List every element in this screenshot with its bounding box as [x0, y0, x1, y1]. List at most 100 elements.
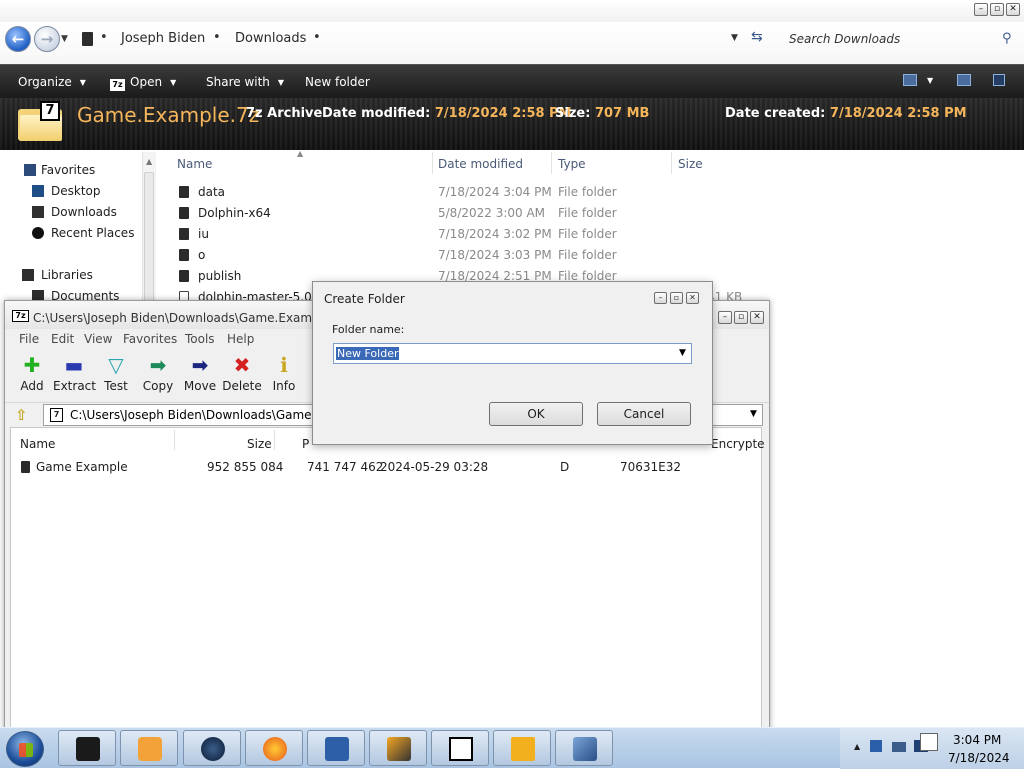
column-size[interactable]: Size — [678, 157, 703, 171]
minimize-icon[interactable]: – — [654, 292, 667, 304]
breadcrumb-separator[interactable]: • — [100, 30, 108, 45]
breadcrumb-separator[interactable]: • — [313, 30, 321, 45]
share-with-button[interactable]: Share with ▼ — [206, 75, 284, 89]
taskbar-virtualbox[interactable] — [307, 730, 365, 766]
view-dropdown-icon[interactable]: ▼ — [927, 76, 933, 85]
menu-favorites[interactable]: Favorites — [123, 332, 177, 346]
column-size[interactable]: Size — [247, 437, 272, 451]
folder-name-dropdown-icon[interactable]: ▼ — [679, 348, 686, 358]
menu-file[interactable]: File — [19, 332, 39, 346]
row-crc: 70631E32 — [620, 460, 682, 474]
clock-time[interactable]: 3:04 PM — [953, 733, 1001, 747]
help-icon[interactable] — [993, 74, 1005, 86]
path-dropdown-icon[interactable]: ▼ — [750, 409, 757, 419]
column-divider[interactable] — [671, 152, 672, 174]
info-button[interactable]: ℹ Info — [263, 351, 305, 399]
nav-downloads[interactable]: Downloads — [51, 205, 117, 219]
folder-icon — [179, 228, 189, 240]
forward-arrow-icon: → — [40, 30, 54, 48]
sevenzip-app-icon: 7z — [12, 310, 29, 322]
tray-notification-icon[interactable] — [920, 733, 938, 751]
new-folder-button[interactable]: New folder — [305, 75, 370, 89]
address-dropdown-icon[interactable]: ▼ — [731, 33, 738, 43]
sort-ascending-icon: ▲ — [297, 149, 304, 158]
network-icon[interactable] — [892, 742, 906, 752]
file-row[interactable]: Dolphin-x64 5/8/2022 3:00 AM File folder — [175, 203, 755, 224]
test-button[interactable]: ▽ Test — [95, 351, 137, 399]
nav-desktop[interactable]: Desktop — [51, 184, 101, 198]
taskbar-7zip[interactable] — [431, 730, 489, 766]
add-button[interactable]: ✚ Add — [11, 351, 53, 399]
taskbar-globe[interactable] — [183, 730, 241, 766]
column-divider[interactable] — [551, 152, 552, 174]
column-name[interactable]: Name — [177, 157, 212, 171]
minimize-icon[interactable]: – — [718, 311, 732, 324]
refresh-icon[interactable]: ⇆ — [751, 29, 763, 45]
network-app-icon — [573, 737, 597, 761]
column-encrypted[interactable]: Encrypte — [711, 437, 765, 451]
organize-button[interactable]: Organize ▼ — [18, 75, 86, 89]
taskbar-dolphin[interactable] — [369, 730, 427, 766]
caret-down-icon: ▼ — [277, 78, 285, 87]
tray-app-icon[interactable] — [870, 740, 882, 752]
nav-scroll-thumb[interactable] — [144, 172, 154, 302]
taskbar-terminal[interactable] — [58, 730, 116, 766]
minimize-icon[interactable]: – — [974, 3, 988, 16]
menu-edit[interactable]: Edit — [51, 332, 74, 346]
back-button[interactable]: ← — [5, 26, 31, 52]
maximize-icon[interactable]: ▫ — [990, 3, 1004, 16]
menu-help[interactable]: Help — [227, 332, 254, 346]
column-divider[interactable] — [432, 152, 433, 174]
file-row[interactable]: data 7/18/2024 3:04 PM File folder — [175, 182, 755, 203]
column-packed-size[interactable]: P — [302, 437, 309, 451]
open-button[interactable]: 7z Open ▼ — [110, 75, 176, 91]
search-icon[interactable]: ⚲ — [1002, 31, 1012, 46]
column-name[interactable]: Name — [20, 437, 55, 451]
history-dropdown-icon[interactable]: ▼ — [61, 34, 68, 44]
column-date-modified[interactable]: Date modified — [438, 157, 523, 171]
folder-name-input[interactable]: New Folder ▼ — [333, 343, 692, 364]
column-divider[interactable] — [274, 430, 275, 450]
close-icon[interactable]: ✕ — [750, 311, 764, 324]
tray-expand-icon[interactable]: ▲ — [854, 742, 860, 751]
delete-button[interactable]: ✖ Delete — [221, 351, 263, 399]
maximize-icon[interactable]: ▫ — [734, 311, 748, 324]
file-row[interactable]: o 7/18/2024 3:03 PM File folder — [175, 245, 755, 266]
column-type[interactable]: Type — [558, 157, 586, 171]
nav-libraries[interactable]: Libraries — [41, 268, 93, 282]
column-divider[interactable] — [174, 430, 175, 450]
breadcrumb-separator[interactable]: • — [213, 30, 221, 45]
extract-button[interactable]: ▬ Extract — [53, 351, 96, 399]
taskbar-network-app[interactable] — [555, 730, 613, 766]
close-icon[interactable]: ✕ — [1006, 3, 1020, 16]
maximize-icon[interactable]: ▫ — [670, 292, 683, 304]
search-input[interactable]: Search Downloads — [780, 27, 1020, 53]
ok-button[interactable]: OK — [489, 402, 583, 426]
cancel-button[interactable]: Cancel — [597, 402, 691, 426]
explorer-titlebar: – ▫ ✕ — [0, 0, 1024, 22]
nav-favorites[interactable]: Favorites — [41, 163, 95, 177]
taskbar-dolphin-emulator[interactable] — [493, 730, 551, 766]
folder-icon — [179, 270, 189, 282]
menu-view[interactable]: View — [84, 332, 112, 346]
copy-button[interactable]: ➡ Copy — [137, 351, 179, 399]
forward-button[interactable]: → — [34, 26, 60, 52]
move-button[interactable]: ➡ Move — [179, 351, 221, 399]
taskbar-media-player[interactable] — [120, 730, 178, 766]
file-row[interactable]: iu 7/18/2024 3:02 PM File folder — [175, 224, 755, 245]
taskbar-firefox[interactable] — [245, 730, 303, 766]
preview-pane-icon[interactable] — [957, 74, 971, 86]
breadcrumb-downloads[interactable]: Downloads — [235, 31, 306, 46]
copy-icon: ➡ — [149, 353, 167, 377]
scroll-up-icon[interactable]: ▲ — [146, 157, 152, 166]
breadcrumb-joseph-biden[interactable]: Joseph Biden — [121, 31, 205, 46]
folder-up-icon[interactable]: ⇧ — [15, 406, 33, 424]
row-size: 952 855 084 — [207, 460, 284, 474]
menu-tools[interactable]: Tools — [185, 332, 215, 346]
clock-date[interactable]: 7/18/2024 — [948, 751, 1010, 765]
file-name: data — [198, 185, 226, 199]
nav-recent-places[interactable]: Recent Places — [51, 226, 134, 240]
change-view-icon[interactable] — [903, 74, 917, 86]
close-icon[interactable]: ✕ — [686, 292, 699, 304]
start-button[interactable] — [6, 731, 44, 767]
